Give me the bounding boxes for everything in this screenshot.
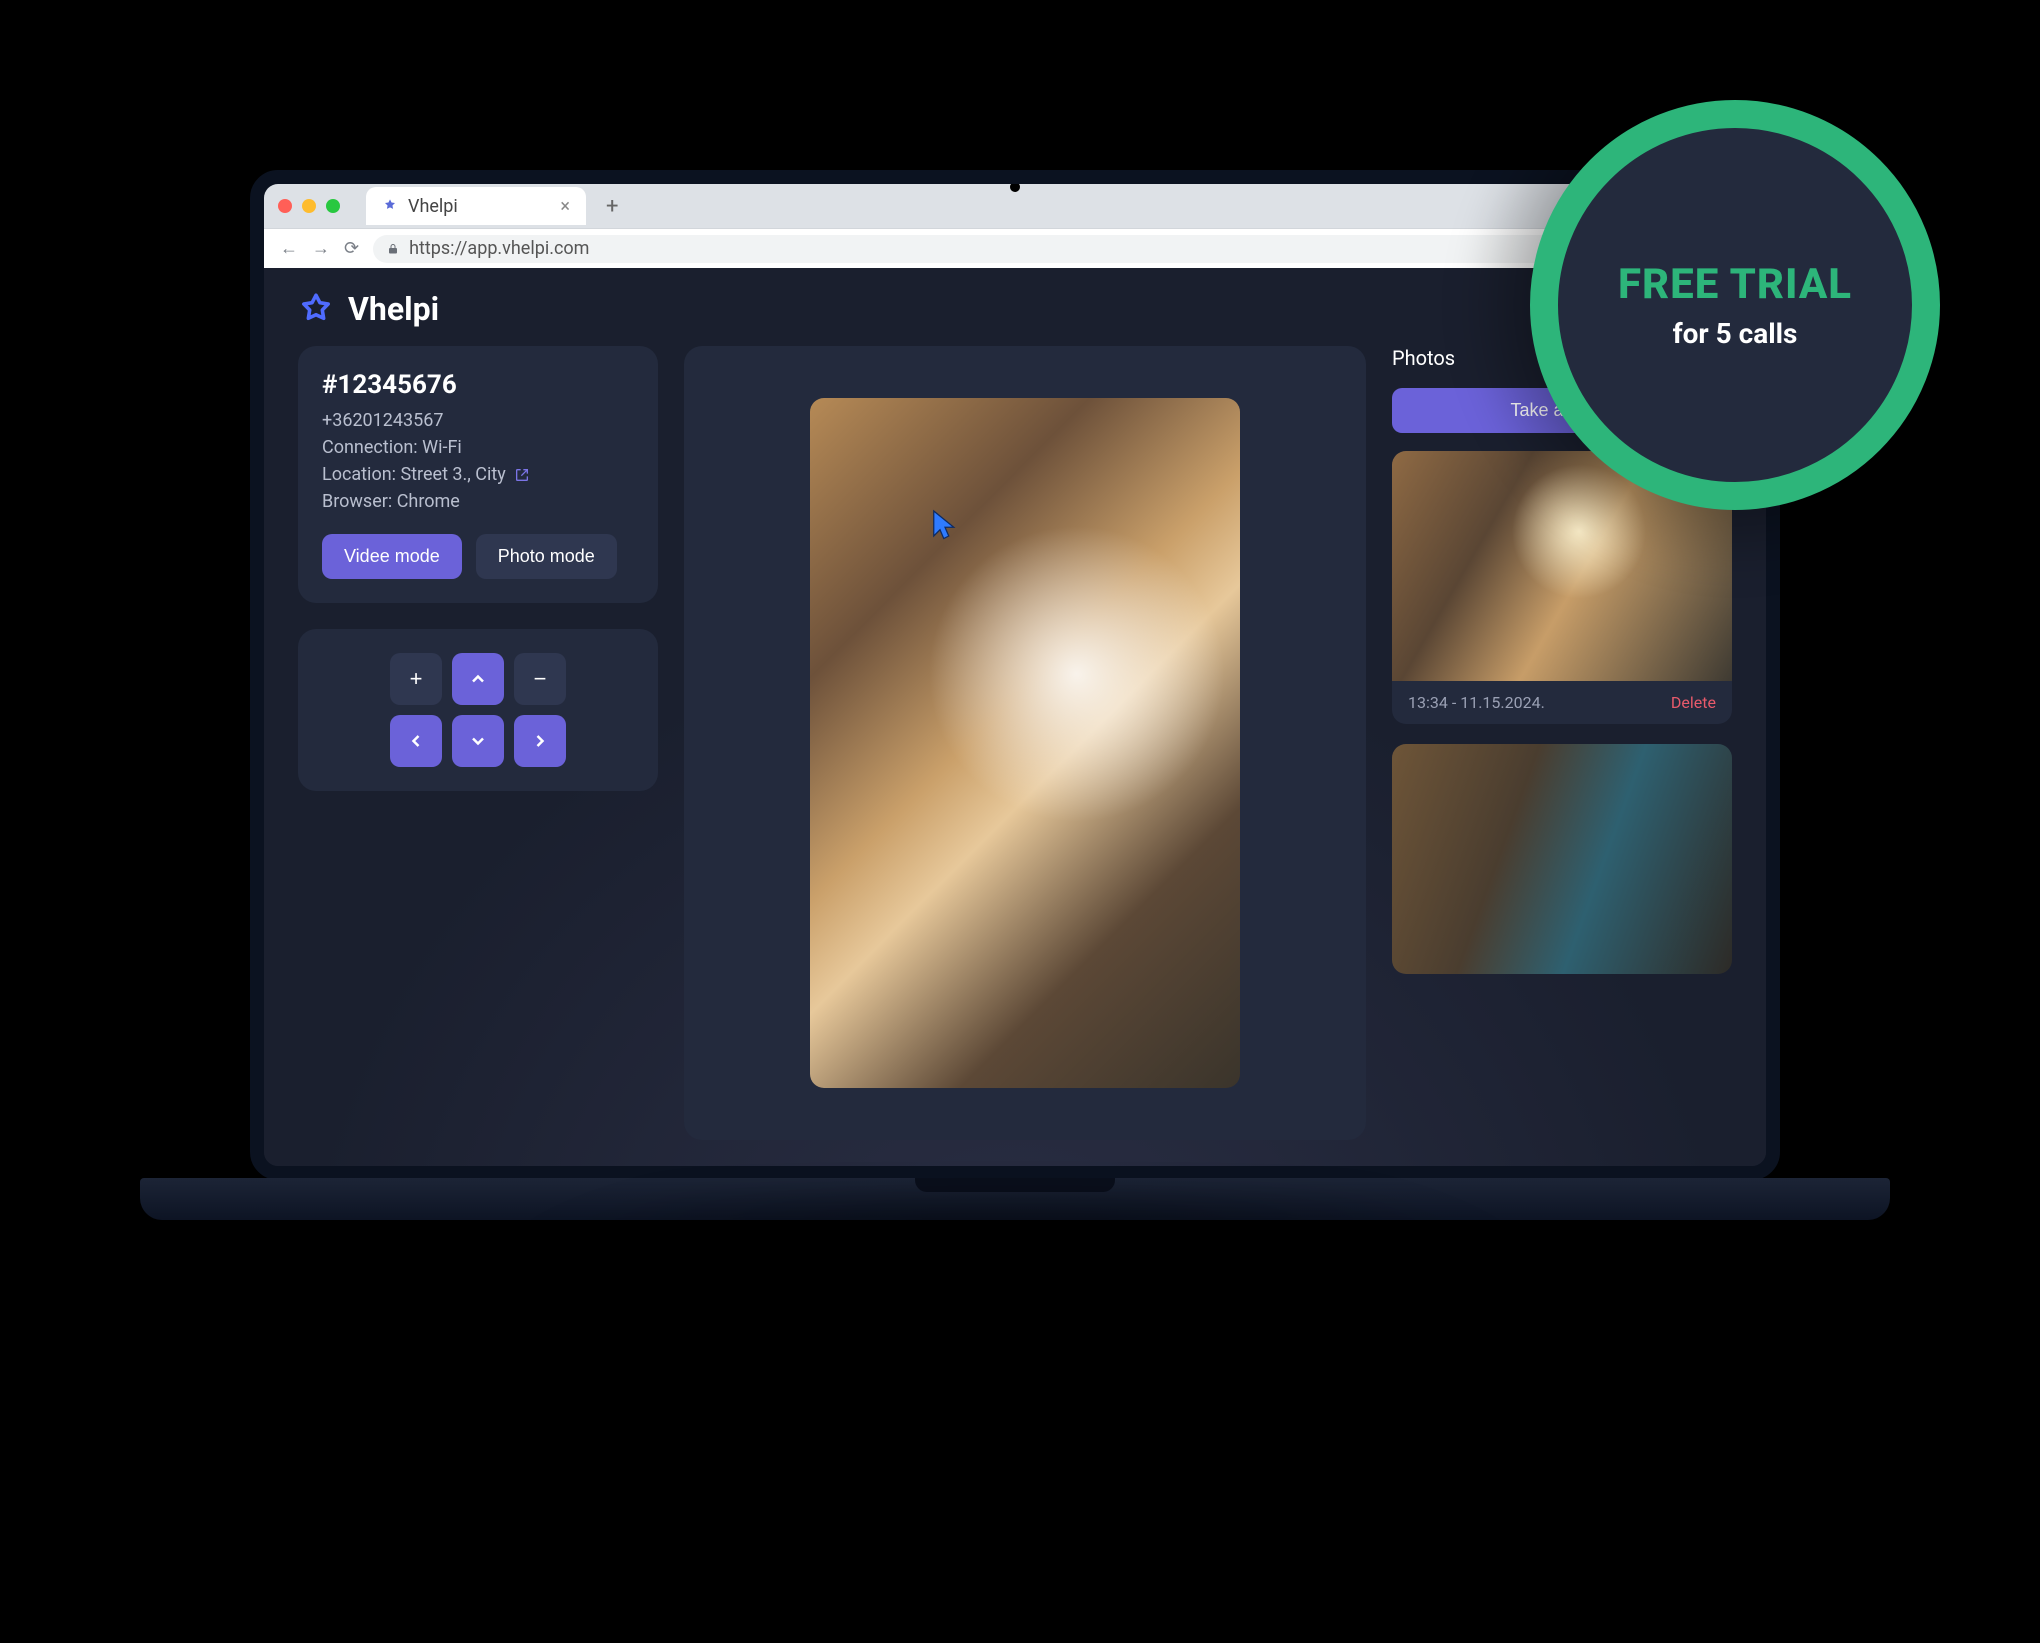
- session-panel: #12345676 +36201243567 Connection: Wi-Fi…: [298, 346, 658, 603]
- session-id: #12345676: [322, 370, 634, 400]
- session-connection: Connection: Wi-Fi: [322, 437, 634, 458]
- tab-favicon-icon: [382, 198, 398, 214]
- badge-circle: FREE TRIAL for 5 calls: [1530, 100, 1940, 510]
- camera-dot: [1010, 182, 1020, 192]
- address-bar-url: https://app.vhelpi.com: [409, 238, 589, 259]
- photo-meta: 13:34 - 11.15.2024. Delete: [1392, 681, 1732, 724]
- zoom-in-button[interactable]: +: [390, 653, 442, 705]
- photo-mode-button[interactable]: Photo mode: [476, 534, 617, 579]
- chevron-left-icon: [406, 731, 426, 751]
- back-icon[interactable]: ←: [280, 238, 298, 259]
- photo-timestamp: 13:34 - 11.15.2024.: [1408, 693, 1545, 712]
- session-browser: Browser: Chrome: [322, 491, 634, 512]
- window-controls: [278, 199, 340, 213]
- delete-photo-button[interactable]: Delete: [1671, 693, 1716, 712]
- browser-tab[interactable]: Vhelpi ×: [366, 187, 586, 225]
- chevron-up-icon: [468, 669, 488, 689]
- forward-icon[interactable]: →: [312, 238, 330, 259]
- mode-toggle: Videe mode Photo mode: [322, 534, 634, 579]
- reload-icon[interactable]: ⟳: [344, 238, 359, 259]
- video-frame[interactable]: [810, 398, 1240, 1088]
- laptop-shadow: [265, 1190, 1765, 1510]
- dpad: + −: [322, 653, 634, 767]
- session-location-link[interactable]: Location: Street 3., City: [322, 464, 634, 485]
- free-trial-badge: FREE TRIAL for 5 calls: [1530, 100, 1940, 510]
- dpad-up-button[interactable]: [452, 653, 504, 705]
- photo-card: [1392, 744, 1732, 974]
- external-link-icon: [514, 467, 530, 483]
- dpad-left-button[interactable]: [390, 715, 442, 767]
- brand-logo-icon: [298, 291, 334, 327]
- session-location-text: Location: Street 3., City: [322, 464, 506, 485]
- left-column: #12345676 +36201243567 Connection: Wi-Fi…: [298, 346, 658, 1140]
- session-meta: +36201243567 Connection: Wi-Fi Location:…: [322, 410, 634, 512]
- close-tab-icon[interactable]: ×: [560, 196, 570, 217]
- badge-title: FREE TRIAL: [1618, 260, 1852, 309]
- close-window-icon[interactable]: [278, 199, 292, 213]
- minimize-window-icon[interactable]: [302, 199, 316, 213]
- video-panel: [684, 346, 1366, 1140]
- zoom-out-button[interactable]: −: [514, 653, 566, 705]
- dpad-right-button[interactable]: [514, 715, 566, 767]
- dpad-panel: + −: [298, 629, 658, 791]
- lock-icon: [387, 243, 399, 255]
- dpad-down-button[interactable]: [452, 715, 504, 767]
- pointer-cursor-icon: [930, 508, 960, 544]
- maximize-window-icon[interactable]: [326, 199, 340, 213]
- chevron-down-icon: [468, 731, 488, 751]
- session-phone: +36201243567: [322, 410, 634, 431]
- video-stream-placeholder: [810, 398, 1240, 1088]
- photo-thumbnail[interactable]: [1392, 744, 1732, 974]
- brand-name: Vhelpi: [348, 290, 439, 328]
- new-tab-button[interactable]: +: [598, 194, 626, 219]
- chevron-right-icon: [530, 731, 550, 751]
- badge-subtitle: for 5 calls: [1673, 317, 1798, 350]
- video-mode-button[interactable]: Videe mode: [322, 534, 462, 579]
- tab-title: Vhelpi: [408, 196, 458, 217]
